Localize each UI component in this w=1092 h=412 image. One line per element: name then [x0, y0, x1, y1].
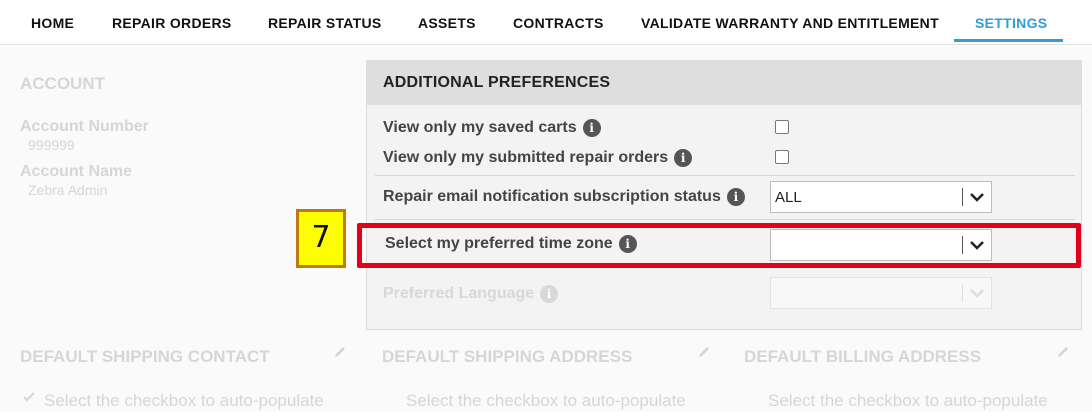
- chevron-down-icon: [970, 289, 984, 298]
- active-tab-indicator: [954, 39, 1063, 42]
- checkmark-icon: [23, 392, 35, 402]
- account-name-value: Zebra Admin: [28, 182, 108, 198]
- panel-header: ADDITIONAL PREFERENCES: [367, 61, 1081, 105]
- shipping-address-hint: Select the checkbox to auto-populate: [406, 391, 686, 410]
- shipping-contact-hint: Select the checkbox to auto-populate: [44, 391, 324, 410]
- step-badge: 7: [296, 209, 346, 268]
- language-select[interactable]: [770, 277, 992, 309]
- language-text: Preferred Language: [383, 285, 535, 303]
- divider: [375, 175, 1075, 176]
- top-nav: HOME REPAIR ORDERS REPAIR STATUS ASSETS …: [0, 0, 1092, 45]
- submitted-orders-label: View only my submitted repair orders i: [383, 149, 693, 167]
- nav-settings[interactable]: SETTINGS: [975, 0, 1047, 44]
- submitted-orders-checkbox[interactable]: [775, 150, 789, 164]
- billing-address-hint: Select the checkbox to auto-populate: [768, 391, 1048, 410]
- account-heading: ACCOUNT: [20, 74, 105, 93]
- email-status-value: ALL: [775, 189, 802, 206]
- select-separator: [962, 188, 963, 206]
- saved-carts-checkbox[interactable]: [775, 120, 789, 134]
- chevron-down-icon: [970, 193, 984, 202]
- info-icon[interactable]: i: [582, 119, 601, 137]
- submitted-orders-text: View only my submitted repair orders: [383, 149, 669, 167]
- info-icon[interactable]: i: [540, 285, 559, 303]
- nav-home[interactable]: HOME: [31, 0, 74, 44]
- edit-billing-address-icon[interactable]: [1056, 345, 1070, 359]
- account-number-label: Account Number: [20, 118, 149, 135]
- nav-validate-warranty[interactable]: VALIDATE WARRANTY AND ENTITLEMENT: [641, 0, 939, 44]
- email-status-text: Repair email notification subscription s…: [383, 188, 721, 206]
- language-label: Preferred Language i: [383, 285, 559, 303]
- edit-shipping-address-icon[interactable]: [697, 345, 711, 359]
- shipping-contact-heading: DEFAULT SHIPPING CONTACT: [20, 347, 270, 366]
- nav-repair-status[interactable]: REPAIR STATUS: [268, 0, 382, 44]
- shipping-address-heading: DEFAULT SHIPPING ADDRESS: [382, 347, 633, 366]
- saved-carts-label: View only my saved carts i: [383, 119, 601, 137]
- info-icon[interactable]: i: [674, 149, 693, 167]
- saved-carts-text: View only my saved carts: [383, 119, 577, 137]
- divider: [375, 219, 1075, 220]
- highlight-box: [357, 223, 1081, 268]
- edit-shipping-contact-icon[interactable]: [333, 345, 347, 359]
- billing-address-heading: DEFAULT BILLING ADDRESS: [744, 347, 982, 366]
- nav-assets[interactable]: ASSETS: [418, 0, 476, 44]
- additional-preferences-panel: ADDITIONAL PREFERENCES View only my save…: [366, 60, 1082, 330]
- panel-title: ADDITIONAL PREFERENCES: [383, 74, 611, 91]
- nav-repair-orders[interactable]: REPAIR ORDERS: [112, 0, 232, 44]
- email-status-label: Repair email notification subscription s…: [383, 188, 745, 206]
- account-name-label: Account Name: [20, 163, 133, 180]
- account-number-value: 999999: [28, 137, 75, 153]
- email-status-select[interactable]: ALL: [770, 181, 992, 213]
- info-icon[interactable]: i: [726, 188, 745, 206]
- select-separator: [962, 284, 963, 302]
- nav-contracts[interactable]: CONTRACTS: [513, 0, 604, 44]
